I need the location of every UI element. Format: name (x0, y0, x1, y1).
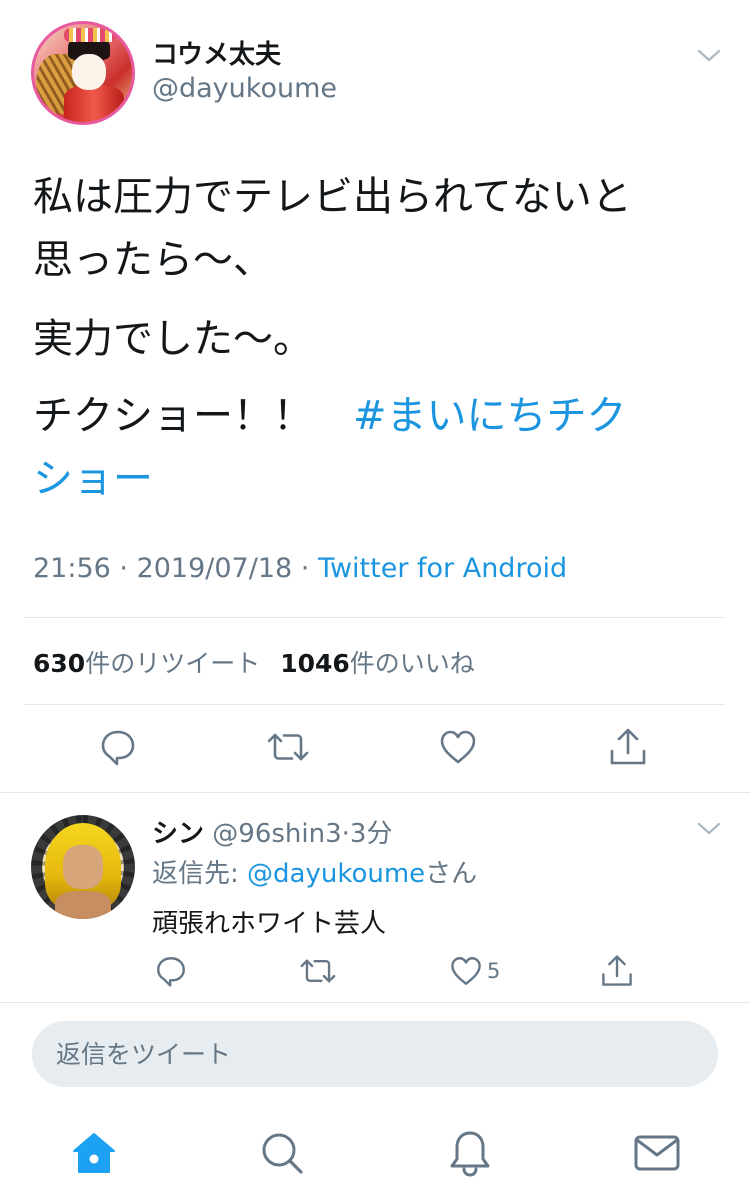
likes-stat[interactable]: 1046件のいいね (280, 649, 475, 678)
chevron-down-icon[interactable] (697, 48, 721, 64)
like-button[interactable] (434, 723, 482, 771)
tweet-source-link[interactable]: Twitter for Android (318, 553, 567, 584)
reply-to-label: 返信先: (152, 859, 248, 889)
reply-button[interactable] (94, 723, 142, 771)
author-name[interactable]: コウメ太夫 (152, 34, 281, 71)
nav-home[interactable] (69, 1128, 119, 1178)
tweet-text-line: 思ったら〜、 (33, 237, 273, 283)
retweet-icon (267, 733, 309, 761)
divider (0, 1002, 750, 1003)
meta-separator: · (110, 553, 137, 584)
reply-to-mention[interactable]: @dayukoume (247, 859, 425, 889)
like-label: 件のいいね (349, 649, 475, 678)
nav-messages[interactable] (632, 1128, 682, 1178)
retweet-count: 630 (33, 649, 86, 678)
tweet-text-line: チクショー！！ #まいにちチク (33, 386, 627, 446)
like-count: 1046 (280, 649, 350, 678)
divider (0, 792, 750, 793)
retweet-button[interactable] (264, 723, 312, 771)
avatar-body (55, 891, 111, 919)
divider (25, 704, 725, 705)
retweets-stat[interactable]: 630件のリツイート (33, 649, 260, 678)
tweet-text-line: 私は圧力でテレビ出られてないと (33, 174, 632, 220)
like-icon (451, 957, 481, 985)
like-icon (440, 730, 476, 764)
reply-to-suffix: さん (425, 859, 478, 889)
reply-author-avatar[interactable] (31, 815, 135, 919)
hashtag-link[interactable]: #まいにちチク (353, 393, 627, 439)
reply-text: 頑張れホワイト芸人 (152, 909, 387, 939)
chevron-down-icon[interactable] (697, 821, 721, 837)
reply-header: シン @96shin3·3分 (152, 819, 393, 849)
reply-reply-button[interactable] (151, 951, 191, 991)
avatar-face (72, 54, 106, 90)
author-avatar[interactable] (31, 21, 135, 125)
share-button[interactable] (604, 723, 652, 771)
share-icon (610, 728, 646, 765)
reply-like-button[interactable]: 5 (449, 951, 509, 991)
reply-retweet-button[interactable] (298, 951, 338, 991)
avatar-face (63, 845, 103, 889)
tweet-meta: 21:56 · 2019/07/18 · Twitter for Android (33, 553, 567, 584)
reply-icon (101, 730, 135, 766)
search-icon (262, 1133, 303, 1174)
reply-author-name[interactable]: シン (152, 819, 204, 849)
tweet-date: 2019/07/18 (136, 553, 293, 584)
reply-share-button[interactable] (597, 951, 637, 991)
share-icon (602, 955, 632, 986)
reply-like-count: 5 (487, 959, 501, 983)
retweet-icon (300, 959, 336, 983)
avatar-hair-ornament (64, 28, 116, 42)
reply-composer-input[interactable] (32, 1021, 718, 1087)
nav-notifications[interactable] (445, 1128, 495, 1178)
nav-search[interactable] (257, 1128, 307, 1178)
reply-icon (157, 957, 185, 987)
retweet-label: 件のリツイート (85, 649, 261, 678)
reply-author-handle[interactable]: @96shin3 (212, 819, 341, 849)
author-handle[interactable]: @dayukoume (152, 73, 337, 104)
reply-time: 3分 (349, 819, 393, 849)
avatar-kimono (64, 86, 124, 122)
tweet-text-line: 実力でした〜。 (33, 316, 313, 362)
hashtag-link-continuation[interactable]: ショー (33, 449, 153, 509)
divider (25, 617, 725, 618)
tweet-stats: 630件のリツイート 1046件のいいね (33, 644, 475, 680)
home-icon (73, 1133, 115, 1173)
notifications-icon (450, 1131, 490, 1177)
tweet-time: 21:56 (33, 553, 111, 584)
messages-icon (634, 1135, 680, 1171)
meta-separator: · (292, 553, 318, 584)
reply-to-line: 返信先: @dayukoumeさん (152, 853, 477, 890)
tweet-text-segment: チクショー！！ (33, 393, 353, 439)
